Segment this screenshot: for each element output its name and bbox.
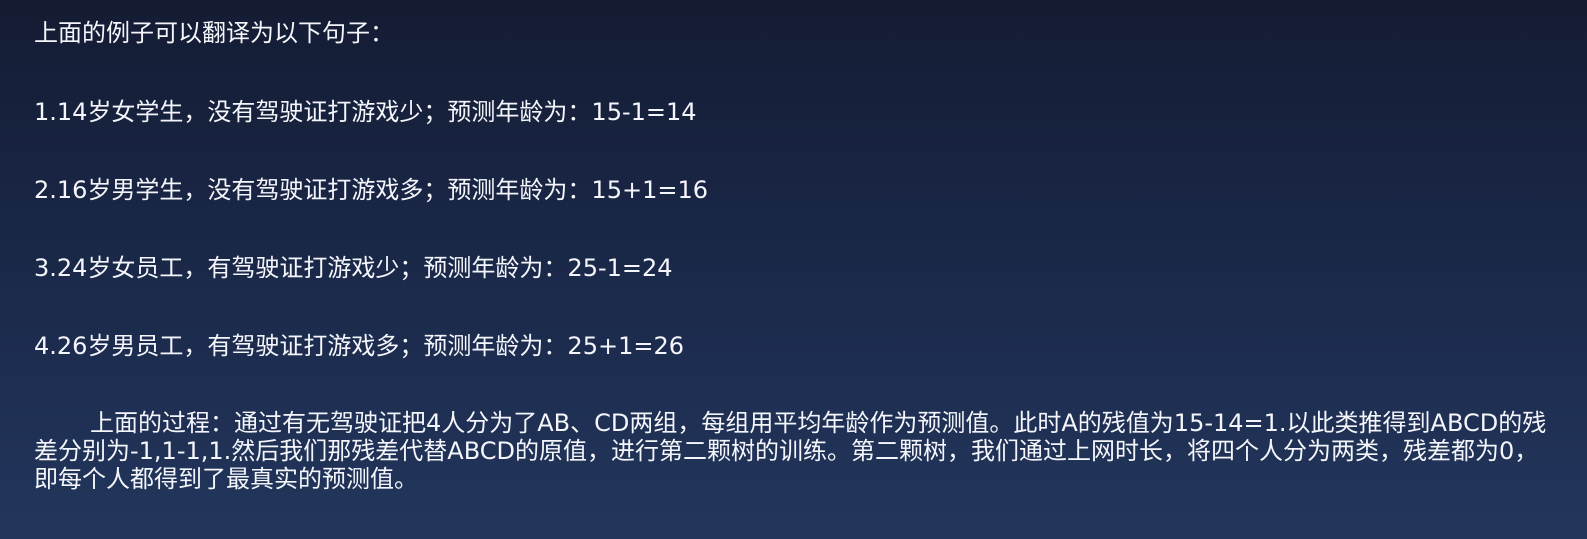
intro-text: 上面的例子可以翻译为以下句子： bbox=[34, 19, 394, 47]
example-item-4: 4.26岁男员工，有驾驶证打游戏多；预测年龄为：25+1=26 bbox=[34, 332, 685, 360]
explanation-text: 上面的过程：通过有无驾驶证把4人分为了AB、CD两组，每组用平均年龄作为预测值。… bbox=[34, 409, 1547, 493]
example-item-3: 3.24岁女员工，有驾驶证打游戏少；预测年龄为：25-1=24 bbox=[34, 254, 673, 282]
explanation-paragraph: 上面的过程：通过有无驾驶证把4人分为了AB、CD两组，每组用平均年龄作为预测值。… bbox=[34, 409, 1554, 493]
slide: 上面的例子可以翻译为以下句子： 1.14岁女学生，没有驾驶证打游戏少；预测年龄为… bbox=[0, 0, 1587, 539]
example-item-2: 2.16岁男学生，没有驾驶证打游戏多；预测年龄为：15+1=16 bbox=[34, 176, 709, 204]
example-item-1: 1.14岁女学生，没有驾驶证打游戏少；预测年龄为：15-1=14 bbox=[34, 98, 697, 126]
